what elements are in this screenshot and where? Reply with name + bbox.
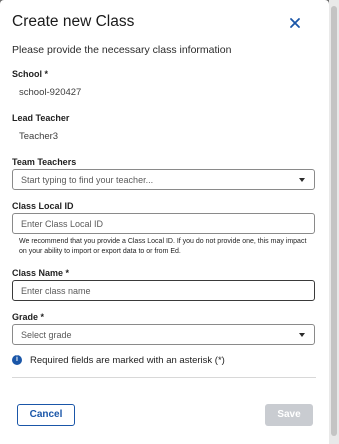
divider [12, 377, 316, 378]
dialog-title: Create new Class [12, 13, 135, 30]
scrollbar[interactable] [329, 0, 339, 444]
class-local-id-placeholder: Enter Class Local ID [21, 219, 104, 229]
school-value: school-920427 [19, 87, 82, 98]
team-teachers-label: Team Teachers [12, 157, 77, 167]
scrollbar-thumb[interactable] [331, 6, 337, 436]
close-icon[interactable] [287, 15, 303, 31]
required-fields-text: Required fields are marked with an aster… [30, 355, 225, 366]
team-teachers-placeholder: Start typing to find your teacher... [21, 175, 154, 185]
cancel-button[interactable]: Cancel [17, 404, 75, 426]
grade-label: Grade * [12, 312, 45, 322]
chevron-down-icon [299, 178, 305, 182]
lead-teacher-label: Lead Teacher [12, 113, 70, 123]
class-name-label: Class Name * [12, 268, 70, 278]
class-local-id-label: Class Local ID [12, 201, 74, 211]
info-icon: i [12, 355, 22, 365]
class-name-placeholder: Enter class name [21, 286, 91, 296]
create-class-dialog: Create new Class Please provide the nece… [0, 0, 329, 444]
team-teachers-select[interactable]: Start typing to find your teacher... [12, 169, 315, 190]
chevron-down-icon [299, 333, 305, 337]
school-label: School * [12, 69, 49, 79]
dialog-subtitle: Please provide the necessary class infor… [12, 44, 232, 56]
grade-selected: Select grade [21, 330, 72, 340]
class-local-id-input[interactable]: Enter Class Local ID [12, 213, 315, 234]
save-button[interactable]: Save [265, 404, 313, 426]
class-name-input[interactable]: Enter class name [12, 280, 315, 301]
class-local-id-help: We recommend that you provide a Class Lo… [19, 238, 307, 255]
grade-select[interactable]: Select grade [12, 324, 315, 345]
lead-teacher-value: Teacher3 [19, 131, 59, 142]
